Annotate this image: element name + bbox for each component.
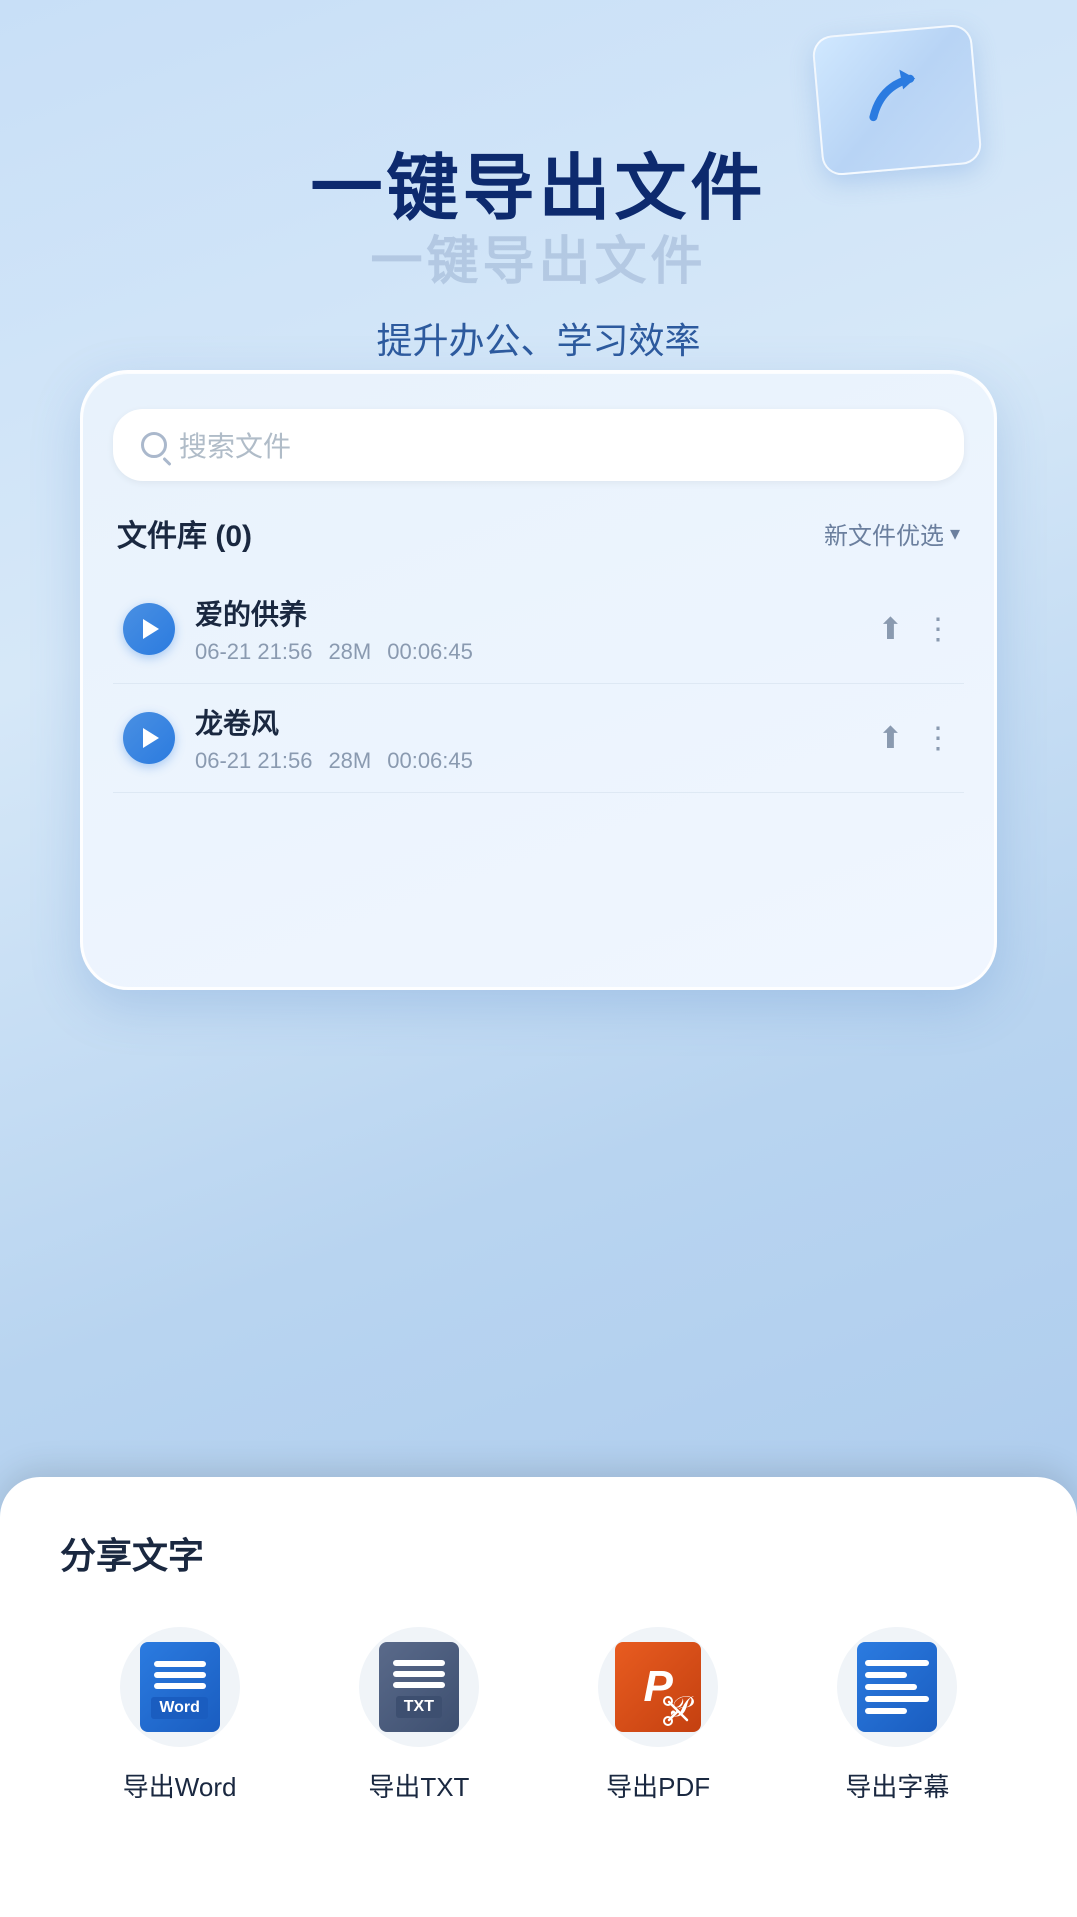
word-icon: Word [140, 1642, 220, 1732]
file-duration-2: 00:06:45 [387, 748, 473, 774]
word-icon-circle: Word [120, 1627, 240, 1747]
file-actions-1: ⬆ ⋮ [878, 612, 954, 647]
chevron-down-icon: ▾ [950, 521, 960, 546]
word-line-2 [154, 1672, 206, 1678]
sort-label: 新文件优选 [824, 516, 944, 551]
more-icon-2[interactable]: ⋮ [923, 721, 954, 756]
file-item-1: 爱的供养 06-21 21:56 28M 00:06:45 ⬆ ⋮ [113, 575, 964, 684]
share-icon-1[interactable]: ⬆ [878, 612, 903, 647]
share-icon-2[interactable]: ⬆ [878, 721, 903, 756]
txt-label-tag: TXT [396, 1696, 442, 1718]
file-size-1: 28M [328, 639, 371, 665]
file-info-2: 龙卷风 06-21 21:56 28M 00:06:45 [195, 702, 858, 774]
pdf-icon: P 𝒫 [615, 1642, 701, 1732]
txt-icon: TXT [379, 1642, 459, 1732]
hero-title-bg: 一键导出文件 [0, 219, 1077, 294]
pdf-scissors-icon [663, 1696, 693, 1726]
sort-selector[interactable]: 新文件优选 ▾ [824, 516, 960, 551]
file-size-2: 28M [328, 748, 371, 774]
txt-icon-circle: TXT [359, 1627, 479, 1747]
file-name-1: 爱的供养 [195, 593, 858, 633]
search-icon [141, 432, 167, 458]
file-item-2: 龙卷风 06-21 21:56 28M 00:06:45 ⬆ ⋮ [113, 684, 964, 793]
export-subtitle-label: 导出字幕 [845, 1767, 949, 1804]
subtitle-line-4 [865, 1696, 929, 1702]
file-actions-2: ⬆ ⋮ [878, 721, 954, 756]
hero-title: 一键导出文件 [0, 150, 1077, 229]
more-icon-1[interactable]: ⋮ [923, 612, 954, 647]
file-date-2: 06-21 21:56 [195, 748, 312, 774]
export-word-label: 导出Word [123, 1767, 237, 1804]
file-meta-2: 06-21 21:56 28M 00:06:45 [195, 748, 858, 774]
file-library-title: 文件库 (0) [117, 511, 252, 555]
export-word-option[interactable]: Word 导出Word [60, 1627, 299, 1804]
export-pdf-label: 导出PDF [606, 1767, 710, 1804]
word-icon-lines [148, 1655, 212, 1695]
share-panel: 分享文字 Word 导出Word [0, 1477, 1077, 1917]
play-triangle-icon-2 [143, 728, 159, 748]
export-pdf-option[interactable]: P 𝒫 导出PDF [539, 1627, 778, 1804]
export-subtitle-option[interactable]: 导出字幕 [778, 1627, 1017, 1804]
export-txt-option[interactable]: TXT 导出TXT [299, 1627, 538, 1804]
txt-line-3 [393, 1682, 445, 1688]
word-line-1 [154, 1661, 206, 1667]
export-arrow-icon [848, 51, 946, 149]
subtitle-line-5 [865, 1708, 907, 1714]
share-panel-title: 分享文字 [60, 1527, 1017, 1579]
search-bar[interactable]: 搜索文件 [113, 409, 964, 481]
export-txt-label: 导出TXT [368, 1767, 469, 1804]
word-line-3 [154, 1683, 206, 1689]
file-meta-1: 06-21 21:56 28M 00:06:45 [195, 639, 858, 665]
subtitle-line-2 [865, 1672, 907, 1678]
file-name-2: 龙卷风 [195, 702, 858, 742]
subtitle-line-3 [865, 1684, 916, 1690]
play-button-2[interactable] [123, 712, 175, 764]
file-list-header: 文件库 (0) 新文件优选 ▾ [113, 511, 964, 555]
txt-icon-lines [385, 1656, 453, 1692]
pdf-icon-circle: P 𝒫 [598, 1627, 718, 1747]
hero-description: 提升办公、学习效率 [0, 312, 1077, 364]
subtitle-icon-circle [837, 1627, 957, 1747]
hero-section: 一键导出文件 一键导出文件 提升办公、学习效率 [0, 150, 1077, 364]
file-date-1: 06-21 21:56 [195, 639, 312, 665]
subtitle-line-1 [865, 1660, 929, 1666]
search-placeholder: 搜索文件 [179, 425, 291, 465]
file-duration-1: 00:06:45 [387, 639, 473, 665]
txt-line-1 [393, 1660, 445, 1666]
export-options: Word 导出Word TXT 导出TXT [60, 1627, 1017, 1804]
phone-mockup: 搜索文件 文件库 (0) 新文件优选 ▾ 爱的供养 06-21 21:56 28… [80, 370, 997, 990]
txt-line-2 [393, 1671, 445, 1677]
play-button-1[interactable] [123, 603, 175, 655]
subtitle-icon [857, 1642, 937, 1732]
file-info-1: 爱的供养 06-21 21:56 28M 00:06:45 [195, 593, 858, 665]
play-triangle-icon [143, 619, 159, 639]
subtitle-lines [865, 1660, 929, 1714]
word-label-tag: Word [151, 1697, 208, 1719]
